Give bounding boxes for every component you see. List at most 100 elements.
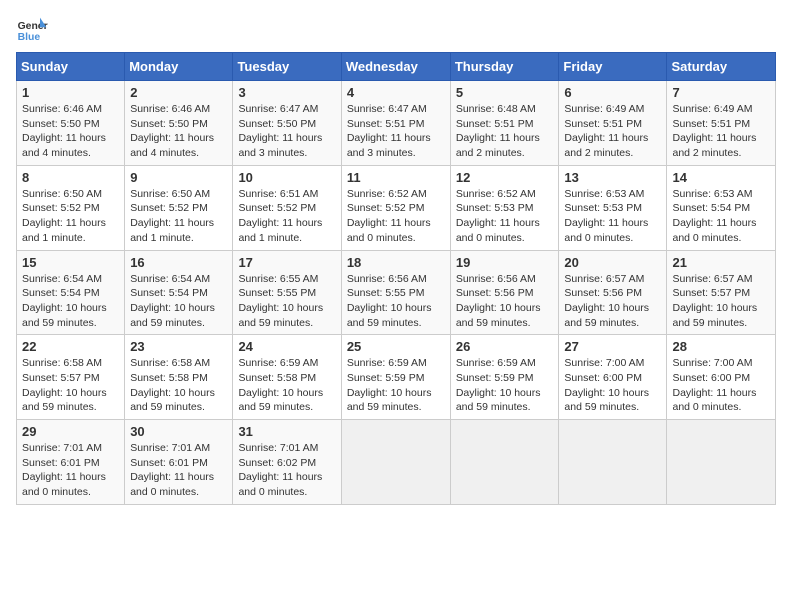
day-info: Sunrise: 6:55 AMSunset: 5:55 PMDaylight:…: [238, 272, 335, 331]
day-info: Sunrise: 6:52 AMSunset: 5:53 PMDaylight:…: [456, 187, 554, 246]
day-info: Sunrise: 6:49 AMSunset: 5:51 PMDaylight:…: [672, 102, 770, 161]
logo: General Blue: [16, 16, 48, 44]
day-number: 20: [564, 255, 661, 270]
day-info: Sunrise: 6:51 AMSunset: 5:52 PMDaylight:…: [238, 187, 335, 246]
calendar-cell: 21Sunrise: 6:57 AMSunset: 5:57 PMDayligh…: [667, 250, 776, 335]
day-number: 23: [130, 339, 227, 354]
day-number: 30: [130, 424, 227, 439]
weekday-tuesday: Tuesday: [233, 53, 341, 81]
day-info: Sunrise: 7:01 AMSunset: 6:01 PMDaylight:…: [130, 441, 227, 500]
day-info: Sunrise: 6:58 AMSunset: 5:57 PMDaylight:…: [22, 356, 119, 415]
day-info: Sunrise: 6:48 AMSunset: 5:51 PMDaylight:…: [456, 102, 554, 161]
day-number: 31: [238, 424, 335, 439]
day-number: 21: [672, 255, 770, 270]
calendar-cell: 5 Sunrise: 6:48 AMSunset: 5:51 PMDaylight…: [450, 81, 559, 166]
header: General Blue: [16, 16, 776, 44]
day-number: 19: [456, 255, 554, 270]
day-info: Sunrise: 6:58 AMSunset: 5:58 PMDaylight:…: [130, 356, 227, 415]
day-number: 27: [564, 339, 661, 354]
calendar-cell: 27 Sunrise: 7:00 AMSunset: 6:00 PMDayligh…: [559, 335, 667, 420]
day-number: 28: [672, 339, 770, 354]
calendar-cell: 10 Sunrise: 6:51 AMSunset: 5:52 PMDayligh…: [233, 165, 341, 250]
day-number: 2: [130, 85, 227, 100]
calendar-cell: 7 Sunrise: 6:49 AMSunset: 5:51 PMDaylight…: [667, 81, 776, 166]
day-info: Sunrise: 6:47 AMSunset: 5:50 PMDaylight:…: [238, 102, 335, 161]
calendar-cell: 28Sunrise: 7:00 AMSunset: 6:00 PMDayligh…: [667, 335, 776, 420]
day-number: 11: [347, 170, 445, 185]
calendar-cell: 6 Sunrise: 6:49 AMSunset: 5:51 PMDaylight…: [559, 81, 667, 166]
week-row: 1Sunrise: 6:46 AMSunset: 5:50 PMDaylight…: [17, 81, 776, 166]
day-number: 29: [22, 424, 119, 439]
calendar-cell: 26 Sunrise: 6:59 AMSunset: 5:59 PMDayligh…: [450, 335, 559, 420]
calendar-cell: 20 Sunrise: 6:57 AMSunset: 5:56 PMDayligh…: [559, 250, 667, 335]
day-number: 4: [347, 85, 445, 100]
day-number: 16: [130, 255, 227, 270]
calendar-cell: 2 Sunrise: 6:46 AMSunset: 5:50 PMDaylight…: [125, 81, 233, 166]
day-info: Sunrise: 6:56 AMSunset: 5:56 PMDaylight:…: [456, 272, 554, 331]
day-info: Sunrise: 6:49 AMSunset: 5:51 PMDaylight:…: [564, 102, 661, 161]
calendar-cell: 17 Sunrise: 6:55 AMSunset: 5:55 PMDayligh…: [233, 250, 341, 335]
day-number: 24: [238, 339, 335, 354]
day-info: Sunrise: 6:50 AMSunset: 5:52 PMDaylight:…: [22, 187, 119, 246]
day-info: Sunrise: 6:56 AMSunset: 5:55 PMDaylight:…: [347, 272, 445, 331]
calendar-cell: [667, 420, 776, 505]
calendar: SundayMondayTuesdayWednesdayThursdayFrid…: [16, 52, 776, 505]
calendar-cell: 4 Sunrise: 6:47 AMSunset: 5:51 PMDaylight…: [341, 81, 450, 166]
day-number: 7: [672, 85, 770, 100]
weekday-sunday: Sunday: [17, 53, 125, 81]
calendar-cell: 15Sunrise: 6:54 AMSunset: 5:54 PMDayligh…: [17, 250, 125, 335]
weekday-thursday: Thursday: [450, 53, 559, 81]
day-number: 17: [238, 255, 335, 270]
day-info: Sunrise: 6:53 AMSunset: 5:53 PMDaylight:…: [564, 187, 661, 246]
day-info: Sunrise: 6:59 AMSunset: 5:58 PMDaylight:…: [238, 356, 335, 415]
day-info: Sunrise: 6:53 AMSunset: 5:54 PMDaylight:…: [672, 187, 770, 246]
calendar-cell: 1Sunrise: 6:46 AMSunset: 5:50 PMDaylight…: [17, 81, 125, 166]
day-number: 13: [564, 170, 661, 185]
calendar-cell: 22 Sunrise: 6:58 AMSunset: 5:57 PMDayligh…: [17, 335, 125, 420]
calendar-cell: [341, 420, 450, 505]
week-row: 15 Sunrise: 6:54 AMSunset: 5:54 PMDayligh…: [17, 250, 776, 335]
calendar-cell: [450, 420, 559, 505]
calendar-cell: 11 Sunrise: 6:52 AMSunset: 5:52 PMDayligh…: [341, 165, 450, 250]
day-number: 25: [347, 339, 445, 354]
day-info: Sunrise: 6:57 AMSunset: 5:56 PMDaylight:…: [564, 272, 661, 331]
day-number: 26: [456, 339, 554, 354]
day-number: 12: [456, 170, 554, 185]
week-row: 29 Sunrise: 7:01 AMSunset: 6:01 PMDayligh…: [17, 420, 776, 505]
day-number: 22: [22, 339, 119, 354]
day-number: 14: [672, 170, 770, 185]
day-info: Sunrise: 7:01 AMSunset: 6:01 PMDaylight:…: [22, 441, 119, 500]
weekday-friday: Friday: [559, 53, 667, 81]
day-number: 15: [22, 255, 119, 270]
day-number: 6: [564, 85, 661, 100]
week-row: 22 Sunrise: 6:58 AMSunset: 5:57 PMDayligh…: [17, 335, 776, 420]
calendar-cell: 31 Sunrise: 7:01 AMSunset: 6:02 PMDayligh…: [233, 420, 341, 505]
calendar-cell: 13 Sunrise: 6:53 AMSunset: 5:53 PMDayligh…: [559, 165, 667, 250]
day-info: Sunrise: 6:47 AMSunset: 5:51 PMDaylight:…: [347, 102, 445, 161]
day-info: Sunrise: 7:00 AMSunset: 6:00 PMDaylight:…: [564, 356, 661, 415]
calendar-cell: 19 Sunrise: 6:56 AMSunset: 5:56 PMDayligh…: [450, 250, 559, 335]
day-number: 3: [238, 85, 335, 100]
calendar-cell: 30 Sunrise: 7:01 AMSunset: 6:01 PMDayligh…: [125, 420, 233, 505]
day-info: Sunrise: 6:59 AMSunset: 5:59 PMDaylight:…: [456, 356, 554, 415]
logo-icon: General Blue: [16, 16, 48, 44]
calendar-cell: 25 Sunrise: 6:59 AMSunset: 5:59 PMDayligh…: [341, 335, 450, 420]
day-number: 18: [347, 255, 445, 270]
day-number: 10: [238, 170, 335, 185]
day-number: 5: [456, 85, 554, 100]
day-info: Sunrise: 6:54 AMSunset: 5:54 PMDaylight:…: [130, 272, 227, 331]
weekday-saturday: Saturday: [667, 53, 776, 81]
day-info: Sunrise: 6:46 AMSunset: 5:50 PMDaylight:…: [22, 102, 119, 161]
calendar-body: 1Sunrise: 6:46 AMSunset: 5:50 PMDaylight…: [17, 81, 776, 505]
day-info: Sunrise: 6:52 AMSunset: 5:52 PMDaylight:…: [347, 187, 445, 246]
calendar-cell: 3 Sunrise: 6:47 AMSunset: 5:50 PMDaylight…: [233, 81, 341, 166]
day-info: Sunrise: 6:46 AMSunset: 5:50 PMDaylight:…: [130, 102, 227, 161]
svg-text:Blue: Blue: [18, 32, 41, 43]
day-info: Sunrise: 6:50 AMSunset: 5:52 PMDaylight:…: [130, 187, 227, 246]
day-info: Sunrise: 7:01 AMSunset: 6:02 PMDaylight:…: [238, 441, 335, 500]
calendar-cell: 14 Sunrise: 6:53 AMSunset: 5:54 PMDayligh…: [667, 165, 776, 250]
weekday-monday: Monday: [125, 53, 233, 81]
day-info: Sunrise: 6:59 AMSunset: 5:59 PMDaylight:…: [347, 356, 445, 415]
weekday-header: SundayMondayTuesdayWednesdayThursdayFrid…: [17, 53, 776, 81]
day-number: 8: [22, 170, 119, 185]
